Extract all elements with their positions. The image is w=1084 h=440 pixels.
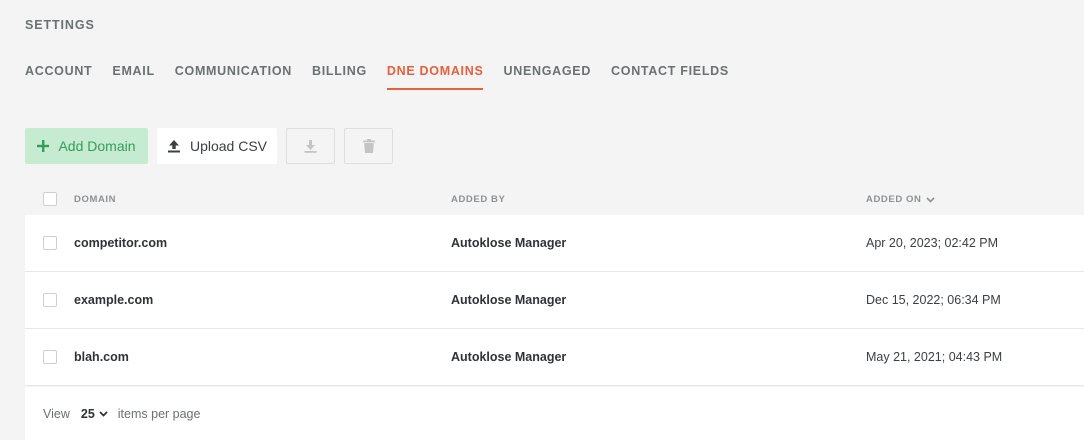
per-page-value: 25 — [80, 406, 95, 421]
row-added-on: May 21, 2021; 04:43 PM — [866, 350, 1003, 364]
row-domain: example.com — [74, 293, 154, 307]
settings-page: SETTINGS ACCOUNT EMAIL COMMUNICATION BIL… — [0, 0, 1084, 440]
upload-csv-label: Upload CSV — [189, 138, 268, 154]
column-header-added-on[interactable]: ADDED ON — [866, 194, 936, 205]
upload-csv-button[interactable]: Upload CSV — [157, 128, 277, 164]
tab-unengaged[interactable]: UNENGAGED — [503, 64, 591, 90]
row-added-on: Dec 15, 2022; 06:34 PM — [866, 293, 1001, 307]
delete-button[interactable] — [344, 128, 393, 164]
row-added-by: Autoklose Manager — [451, 350, 567, 364]
row-added-by: Autoklose Manager — [451, 236, 567, 250]
row-checkbox[interactable] — [43, 236, 57, 250]
settings-tabs: ACCOUNT EMAIL COMMUNICATION BILLING DNE … — [25, 64, 749, 90]
per-page-select[interactable]: 25 — [81, 407, 108, 421]
column-header-domain[interactable]: DOMAIN — [74, 194, 116, 205]
plus-icon — [37, 140, 50, 152]
table-row[interactable]: competitor.com Autoklose Manager Apr 20,… — [25, 215, 1084, 272]
row-checkbox[interactable] — [43, 350, 57, 364]
tab-account[interactable]: ACCOUNT — [25, 64, 92, 90]
chevron-down-icon — [99, 410, 108, 417]
trash-icon — [362, 139, 375, 153]
page-title: SETTINGS — [25, 18, 95, 32]
row-domain: blah.com — [74, 350, 129, 364]
toolbar: Add Domain Upload CSV — [25, 128, 402, 164]
domain-table: competitor.com Autoklose Manager Apr 20,… — [25, 215, 1084, 386]
row-checkbox[interactable] — [43, 293, 57, 307]
pagination-footer: View 25 items per page — [25, 387, 1084, 440]
select-all-checkbox[interactable] — [43, 192, 57, 206]
view-label: View — [43, 406, 70, 421]
table-header: DOMAIN ADDED BY ADDED ON — [25, 187, 1084, 213]
table-row[interactable]: blah.com Autoklose Manager May 21, 2021;… — [25, 329, 1084, 386]
tab-billing[interactable]: BILLING — [312, 64, 367, 90]
column-header-added-on-label: ADDED ON — [866, 194, 922, 205]
add-domain-button[interactable]: Add Domain — [25, 128, 148, 164]
add-domain-label: Add Domain — [58, 138, 136, 154]
row-added-by: Autoklose Manager — [451, 293, 567, 307]
row-domain: competitor.com — [74, 236, 168, 250]
row-added-on: Apr 20, 2023; 02:42 PM — [866, 236, 999, 250]
upload-icon — [167, 139, 181, 153]
sort-chevron-down-icon — [926, 196, 936, 203]
tab-dne-domains[interactable]: DNE DOMAINS — [386, 64, 484, 90]
download-button[interactable] — [286, 128, 335, 164]
tab-communication[interactable]: COMMUNICATION — [175, 64, 292, 90]
tab-email[interactable]: EMAIL — [112, 64, 154, 90]
column-header-added-by[interactable]: ADDED BY — [451, 194, 505, 205]
tab-contact-fields[interactable]: CONTACT FIELDS — [611, 64, 729, 90]
items-per-page-label: items per page — [117, 406, 201, 421]
table-row[interactable]: example.com Autoklose Manager Dec 15, 20… — [25, 272, 1084, 329]
download-icon — [304, 139, 317, 153]
